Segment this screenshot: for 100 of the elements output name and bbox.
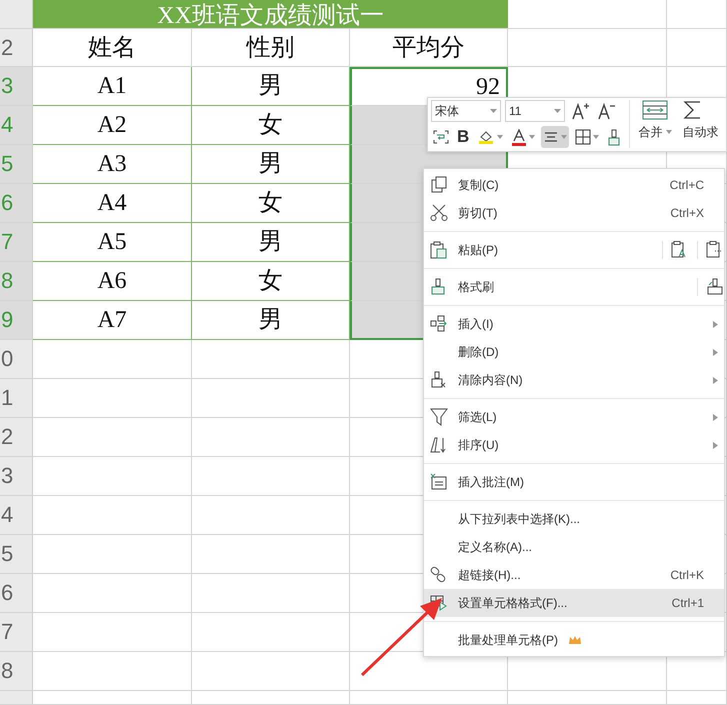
grid-cell[interactable] (33, 535, 192, 574)
grid-cell[interactable] (33, 691, 192, 705)
row-header[interactable]: 2 (0, 29, 33, 67)
font-size-field[interactable]: 11 (505, 100, 565, 122)
grid-cell[interactable] (350, 691, 508, 705)
eraser-icon (430, 371, 448, 389)
grid-cell[interactable] (192, 418, 350, 457)
grid-cell[interactable] (192, 379, 350, 418)
copy-icon (430, 176, 448, 194)
menu-item[interactable]: 复制(C) Ctrl+C (424, 171, 724, 199)
row-header[interactable] (0, 0, 33, 29)
grid-cell[interactable] (33, 496, 192, 535)
grid-cell[interactable] (192, 613, 350, 652)
menu-item[interactable]: 定义名称(A)... (424, 533, 724, 561)
menu-item[interactable]: 粘贴(P) (424, 236, 724, 264)
caret-icon (561, 135, 568, 139)
menu-item[interactable]: 批量处理单元格(P) (424, 626, 724, 654)
grid-cell[interactable] (33, 418, 192, 457)
row-header[interactable]: 5 (0, 535, 33, 574)
caret-icon (593, 135, 600, 139)
fill-bucket-icon (477, 129, 496, 145)
merge-button[interactable]: 合并 (636, 100, 674, 150)
grid-cell[interactable] (667, 0, 727, 29)
row-header[interactable]: 2 (0, 418, 33, 457)
grid-cell[interactable] (508, 0, 667, 29)
paste-icon (430, 241, 448, 259)
font-decrease-icon (597, 102, 615, 120)
grid-cell[interactable] (192, 535, 350, 574)
grid-cell[interactable] (508, 691, 667, 705)
caret-icon (490, 109, 497, 113)
row-header[interactable]: 0 (0, 340, 33, 379)
autosum-button[interactable]: 自动求 (680, 100, 720, 150)
column-heading-cell: 平均分 (350, 29, 508, 67)
row-header[interactable]: 7 (0, 613, 33, 652)
grid-cell[interactable] (33, 613, 192, 652)
grid-cell[interactable] (192, 496, 350, 535)
caret-icon (497, 135, 504, 139)
menu-item[interactable]: 从下拉列表中选择(K)... (424, 505, 724, 533)
link-icon (430, 566, 448, 584)
grid-cell[interactable] (33, 457, 192, 496)
filter-icon (430, 408, 448, 426)
cut-icon (430, 204, 448, 222)
menu-item[interactable]: 设置单元格格式(F)... Ctrl+1 (424, 589, 724, 617)
caret-icon (666, 130, 672, 134)
table-cell: A2 (33, 106, 192, 145)
menu-item[interactable]: 清除内容(N) (424, 366, 724, 394)
menu-item[interactable]: 删除(D) (424, 338, 724, 366)
font-increase-icon (571, 102, 589, 120)
grid-cell[interactable] (192, 652, 350, 691)
menu-item[interactable]: 插入批注(M) (424, 468, 724, 496)
sort-icon (430, 436, 448, 454)
table-cell: A5 (33, 223, 192, 262)
bold-button[interactable]: B (455, 126, 472, 148)
row-header[interactable]: 3 (0, 457, 33, 496)
grid-cell[interactable] (667, 29, 727, 67)
sigma-icon (682, 100, 702, 120)
wrap-text-icon (433, 130, 449, 144)
font-color-button[interactable] (509, 126, 538, 148)
grid-cell[interactable] (33, 652, 192, 691)
table-cell: A4 (33, 184, 192, 223)
font-name-field[interactable]: 宋体 (431, 100, 501, 122)
menu-item[interactable]: 排序(U) (424, 431, 724, 459)
grid-cell[interactable] (192, 574, 350, 613)
insert-cells-icon (430, 315, 448, 333)
grid-cell[interactable] (508, 29, 667, 67)
row-header[interactable] (0, 691, 33, 705)
merge-cells-icon (642, 100, 668, 120)
table-cell: 男 (192, 67, 350, 106)
menu-item[interactable]: 筛选(L) (424, 403, 724, 431)
row-header[interactable]: 4 (0, 496, 33, 535)
crown-icon (568, 635, 582, 645)
table-cell: A7 (33, 301, 192, 340)
table-cell: A1 (33, 67, 192, 106)
row-header[interactable]: 8 (0, 652, 33, 691)
caret-icon (554, 109, 561, 113)
grid-cell[interactable] (667, 691, 727, 705)
grid-cell[interactable] (33, 574, 192, 613)
grid-cell[interactable] (33, 340, 192, 379)
align-center-icon (543, 131, 560, 143)
menu-item[interactable]: 格式刷 (424, 273, 724, 301)
row-header[interactable]: 1 (0, 379, 33, 418)
grid-cell[interactable] (192, 340, 350, 379)
grid-cell[interactable] (33, 379, 192, 418)
align-button[interactable] (541, 126, 570, 148)
borders-icon (575, 129, 592, 145)
menu-item[interactable]: 插入(I) (424, 310, 724, 338)
format-cells-icon (430, 594, 448, 612)
column-heading-cell: 性别 (192, 29, 350, 67)
table-cell: A3 (33, 145, 192, 184)
grid-cell[interactable] (192, 457, 350, 496)
row-header[interactable]: 6 (0, 574, 33, 613)
menu-item[interactable]: 超链接(H)... Ctrl+K (424, 561, 724, 589)
table-cell: A6 (33, 262, 192, 301)
menu-item[interactable]: 剪切(T) Ctrl+X (424, 199, 724, 227)
font-color-icon (511, 128, 528, 146)
grid-cell[interactable] (192, 691, 350, 705)
sheet-title-cell: XX班语文成绩测试一 (33, 0, 508, 29)
brush-icon (607, 128, 622, 146)
caret-icon (529, 135, 536, 139)
comment-icon (430, 473, 448, 491)
